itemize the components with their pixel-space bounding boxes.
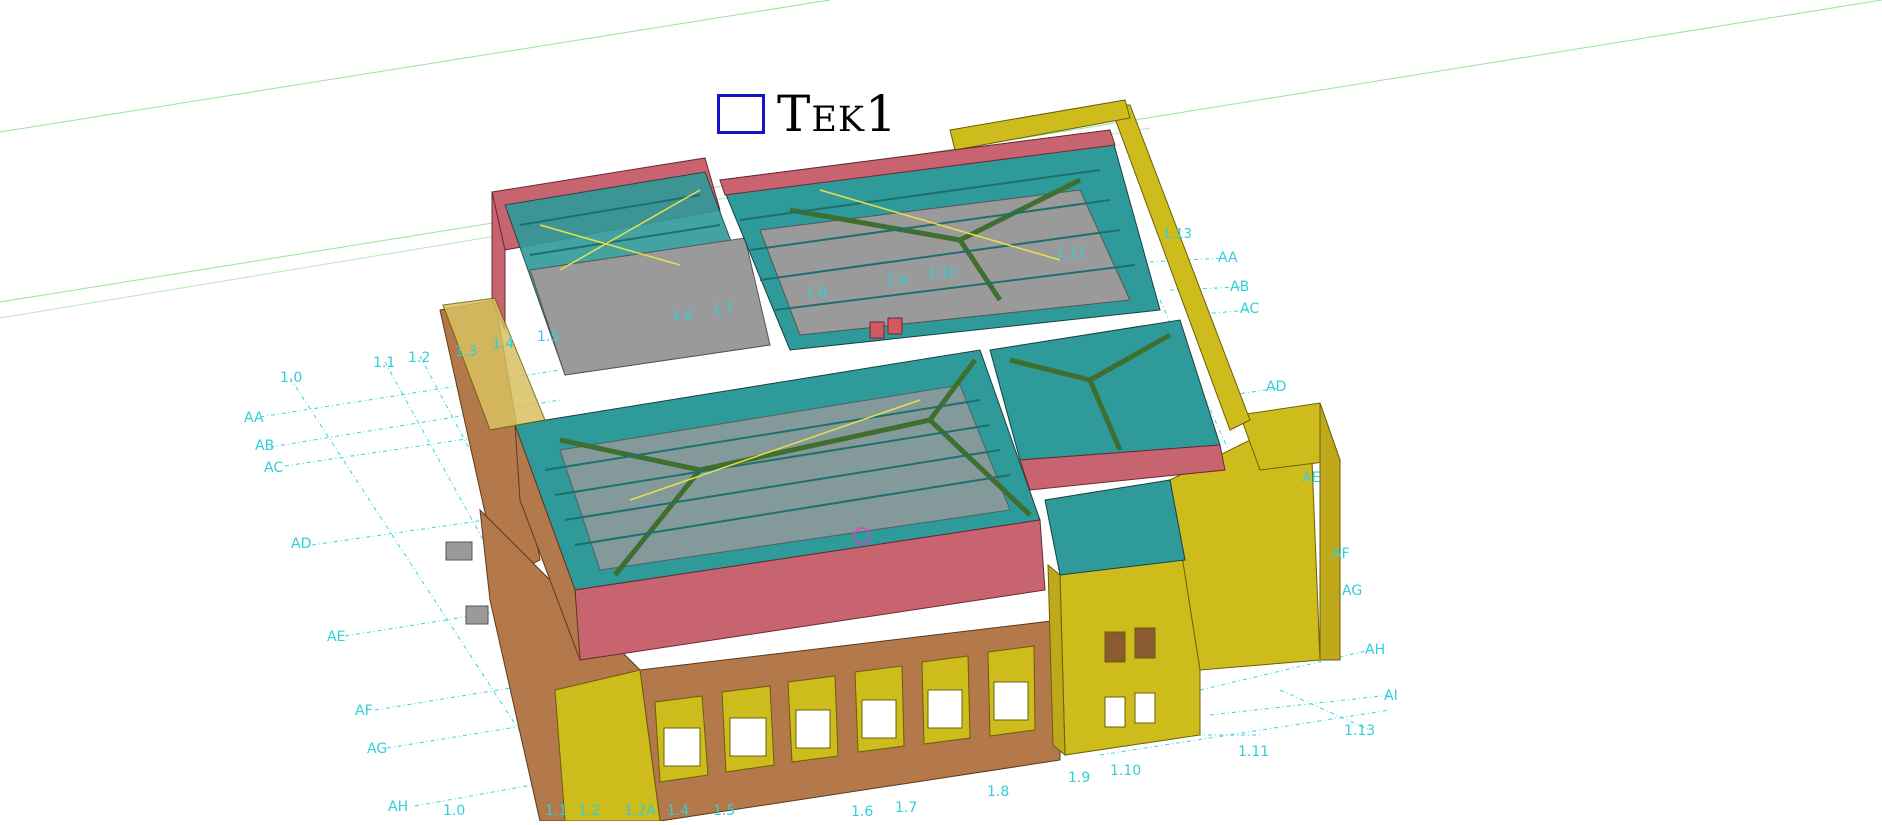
3d-model-viewport[interactable]: 1.0 1.1 1.2 1.3 1.4 1.5 AA AB AC AD AE A… [0,0,1882,822]
svg-text:AF: AF [1332,546,1350,562]
svg-text:1.0: 1.0 [280,370,302,386]
svg-text:1.10: 1.10 [928,266,957,281]
svg-text:1.11: 1.11 [1057,246,1086,261]
svg-text:AE: AE [1302,470,1320,486]
svg-text:1.8: 1.8 [987,784,1009,800]
view-title-text: Tek1 [777,85,898,143]
svg-text:AB: AB [1230,279,1249,295]
svg-text:1.7: 1.7 [713,302,734,317]
svg-text:AD: AD [291,536,311,552]
svg-text:1.10: 1.10 [1110,763,1141,779]
svg-text:AA: AA [1218,250,1238,266]
svg-text:1.4: 1.4 [667,803,689,819]
svg-text:AE: AE [327,629,345,645]
svg-text:AI: AI [1384,688,1398,704]
view-title: Tek1 [717,84,898,144]
svg-text:1.13: 1.13 [1344,723,1375,739]
svg-text:1.0: 1.0 [443,803,465,819]
svg-text:AG: AG [1342,583,1362,599]
building-model[interactable] [439,99,1341,822]
svg-text:AC: AC [1240,301,1259,317]
svg-text:1.1: 1.1 [373,355,395,371]
svg-text:1.2A: 1.2A [624,803,656,819]
model-canvas[interactable]: 1.0 1.1 1.2 1.3 1.4 1.5 AA AB AC AD AE A… [0,0,1882,822]
svg-text:1.6: 1.6 [851,804,873,820]
svg-text:1.2: 1.2 [578,803,600,819]
svg-text:1.3: 1.3 [455,344,477,360]
title-square-icon [717,94,765,134]
svg-text:1.1: 1.1 [545,803,567,819]
svg-text:AD: AD [1266,379,1286,395]
svg-text:1.11: 1.11 [1238,744,1269,760]
svg-text:1.2: 1.2 [408,350,430,366]
svg-text:1.13: 1.13 [1163,227,1192,242]
svg-text:1.5: 1.5 [537,329,559,345]
ground-line [0,0,831,133]
svg-text:1.4: 1.4 [492,336,514,352]
svg-text:AH: AH [388,799,408,815]
svg-text:1.9: 1.9 [1068,770,1090,786]
svg-text:1.5: 1.5 [713,803,735,819]
svg-text:AF: AF [355,703,373,719]
svg-text:1.9: 1.9 [886,274,907,289]
svg-text:1.6: 1.6 [672,309,693,324]
svg-text:AA: AA [244,410,264,426]
svg-text:1.7: 1.7 [895,800,917,816]
svg-text:AH: AH [1365,642,1385,658]
svg-text:AB: AB [255,438,274,454]
svg-text:AG: AG [367,741,387,757]
svg-text:1.8: 1.8 [806,286,827,301]
svg-text:AC: AC [264,460,283,476]
